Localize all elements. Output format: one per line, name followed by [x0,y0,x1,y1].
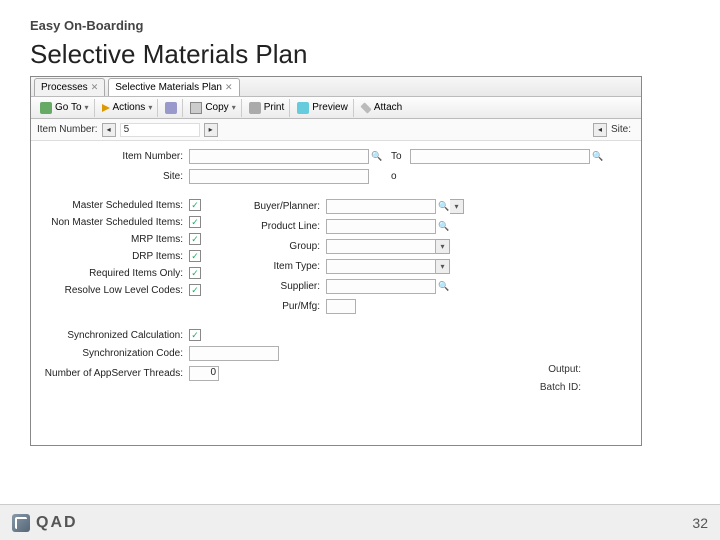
slide-footer: QAD 32 [0,504,720,540]
group-label: Group: [231,241,326,252]
dropdown-icon[interactable]: ▾ [436,239,450,254]
print-button[interactable]: Print [244,99,291,117]
dropdown-icon[interactable]: ▾ [450,199,464,214]
actions-label: Actions [113,102,146,113]
preview-icon [297,102,309,114]
preview-label: Preview [312,102,348,113]
master-sched-checkbox[interactable] [189,199,201,211]
goto-label: Go To [55,102,82,113]
print-label: Print [264,102,285,113]
copy-button[interactable]: Copy ▾ [185,99,241,117]
slide-eyebrow: Easy On-Boarding [30,18,690,33]
paperclip-icon [360,102,371,113]
record-header: Item Number: ◂ 5 ▸ ◂ Site: [31,119,641,141]
batch-id-label: Batch ID: [540,382,581,393]
item-type-label: Item Type: [231,261,326,272]
required-only-checkbox[interactable] [189,267,201,279]
sync-calc-checkbox[interactable] [189,329,201,341]
save-button[interactable] [160,99,183,117]
search-icon[interactable] [438,201,450,213]
non-master-sched-checkbox[interactable] [189,216,201,228]
item-number-from-input[interactable] [189,149,369,164]
actions-button[interactable]: Actions▾ [97,99,159,117]
logo-icon [12,514,30,532]
preview-button[interactable]: Preview [292,99,354,117]
buyer-input[interactable] [326,199,436,214]
purmfg-label: Pur/Mfg: [231,301,326,312]
resolve-llc-checkbox[interactable] [189,284,201,296]
copy-icon [190,102,202,114]
item-number-to-input[interactable] [410,149,590,164]
item-number-label: Item Number: [39,151,189,162]
page-number: 32 [692,515,708,531]
flag-icon [102,104,110,112]
group-input[interactable] [326,239,436,254]
tab-selective-materials-plan[interactable]: Selective Materials Plan ✕ [108,78,239,96]
chevron-down-icon: ▾ [232,103,236,112]
drp-items-label: DRP Items: [39,251,189,262]
product-line-input[interactable] [326,219,436,234]
close-icon[interactable]: ✕ [225,82,233,93]
toolbar: Go To▾ Actions▾ Copy▾ Print Preview Atta… [31,97,641,119]
sync-calc-label: Synchronized Calculation: [39,330,189,341]
output-label: Output: [548,364,581,375]
dropdown-icon[interactable]: ▾ [436,259,450,274]
prev-record-button[interactable]: ◂ [102,123,116,137]
qad-logo: QAD [12,514,78,532]
mrp-items-label: MRP Items: [39,234,189,245]
drp-items-checkbox[interactable] [189,250,201,262]
search-icon[interactable] [438,221,450,233]
copy-label: Copy [205,102,228,113]
tab-bar: Processes ✕ Selective Materials Plan ✕ [31,77,641,97]
header-item-value: 5 [120,123,200,137]
search-icon[interactable] [371,151,383,163]
form-body: Item Number: To Site: o Master Scheduled… [31,141,641,381]
to-label: o [391,171,397,182]
chevron-down-icon: ▾ [85,103,89,112]
resolve-llc-label: Resolve Low Level Codes: [39,285,189,296]
chevron-down-icon: ▾ [148,103,152,112]
prev-site-button[interactable]: ◂ [593,123,607,137]
header-item-label: Item Number: [37,124,98,135]
tab-label: Processes [41,82,88,93]
tab-label: Selective Materials Plan [115,82,222,93]
sync-code-label: Synchronization Code: [39,348,189,359]
attach-label: Attach [374,102,402,113]
attach-button[interactable]: Attach [356,99,407,117]
goto-icon [40,102,52,114]
required-only-label: Required Items Only: [39,268,189,279]
site-label: Site: [39,171,189,182]
purmfg-input[interactable] [326,299,356,314]
item-type-input[interactable] [326,259,436,274]
num-threads-input[interactable]: 0 [189,366,219,381]
next-record-button[interactable]: ▸ [204,123,218,137]
num-threads-value: 0 [210,367,216,378]
slide-title: Selective Materials Plan [30,39,690,70]
product-line-label: Product Line: [231,221,326,232]
supplier-label: Supplier: [231,281,326,292]
search-icon[interactable] [438,281,450,293]
print-icon [249,102,261,114]
non-master-sched-label: Non Master Scheduled Items: [39,217,189,228]
goto-button[interactable]: Go To▾ [35,99,95,117]
tab-processes[interactable]: Processes ✕ [34,78,105,96]
buyer-label: Buyer/Planner: [231,201,326,212]
close-icon[interactable]: ✕ [91,82,99,93]
header-site-label: Site: [611,124,631,135]
save-icon [165,102,177,114]
sync-code-input[interactable] [189,346,279,361]
search-icon[interactable] [592,151,604,163]
mrp-items-checkbox[interactable] [189,233,201,245]
supplier-input[interactable] [326,279,436,294]
to-label: To [391,151,402,162]
num-threads-label: Number of AppServer Threads: [39,368,189,379]
site-from-input[interactable] [189,169,369,184]
master-sched-label: Master Scheduled Items: [39,200,189,211]
logo-text: QAD [36,514,78,532]
application-window: Processes ✕ Selective Materials Plan ✕ G… [30,76,642,446]
